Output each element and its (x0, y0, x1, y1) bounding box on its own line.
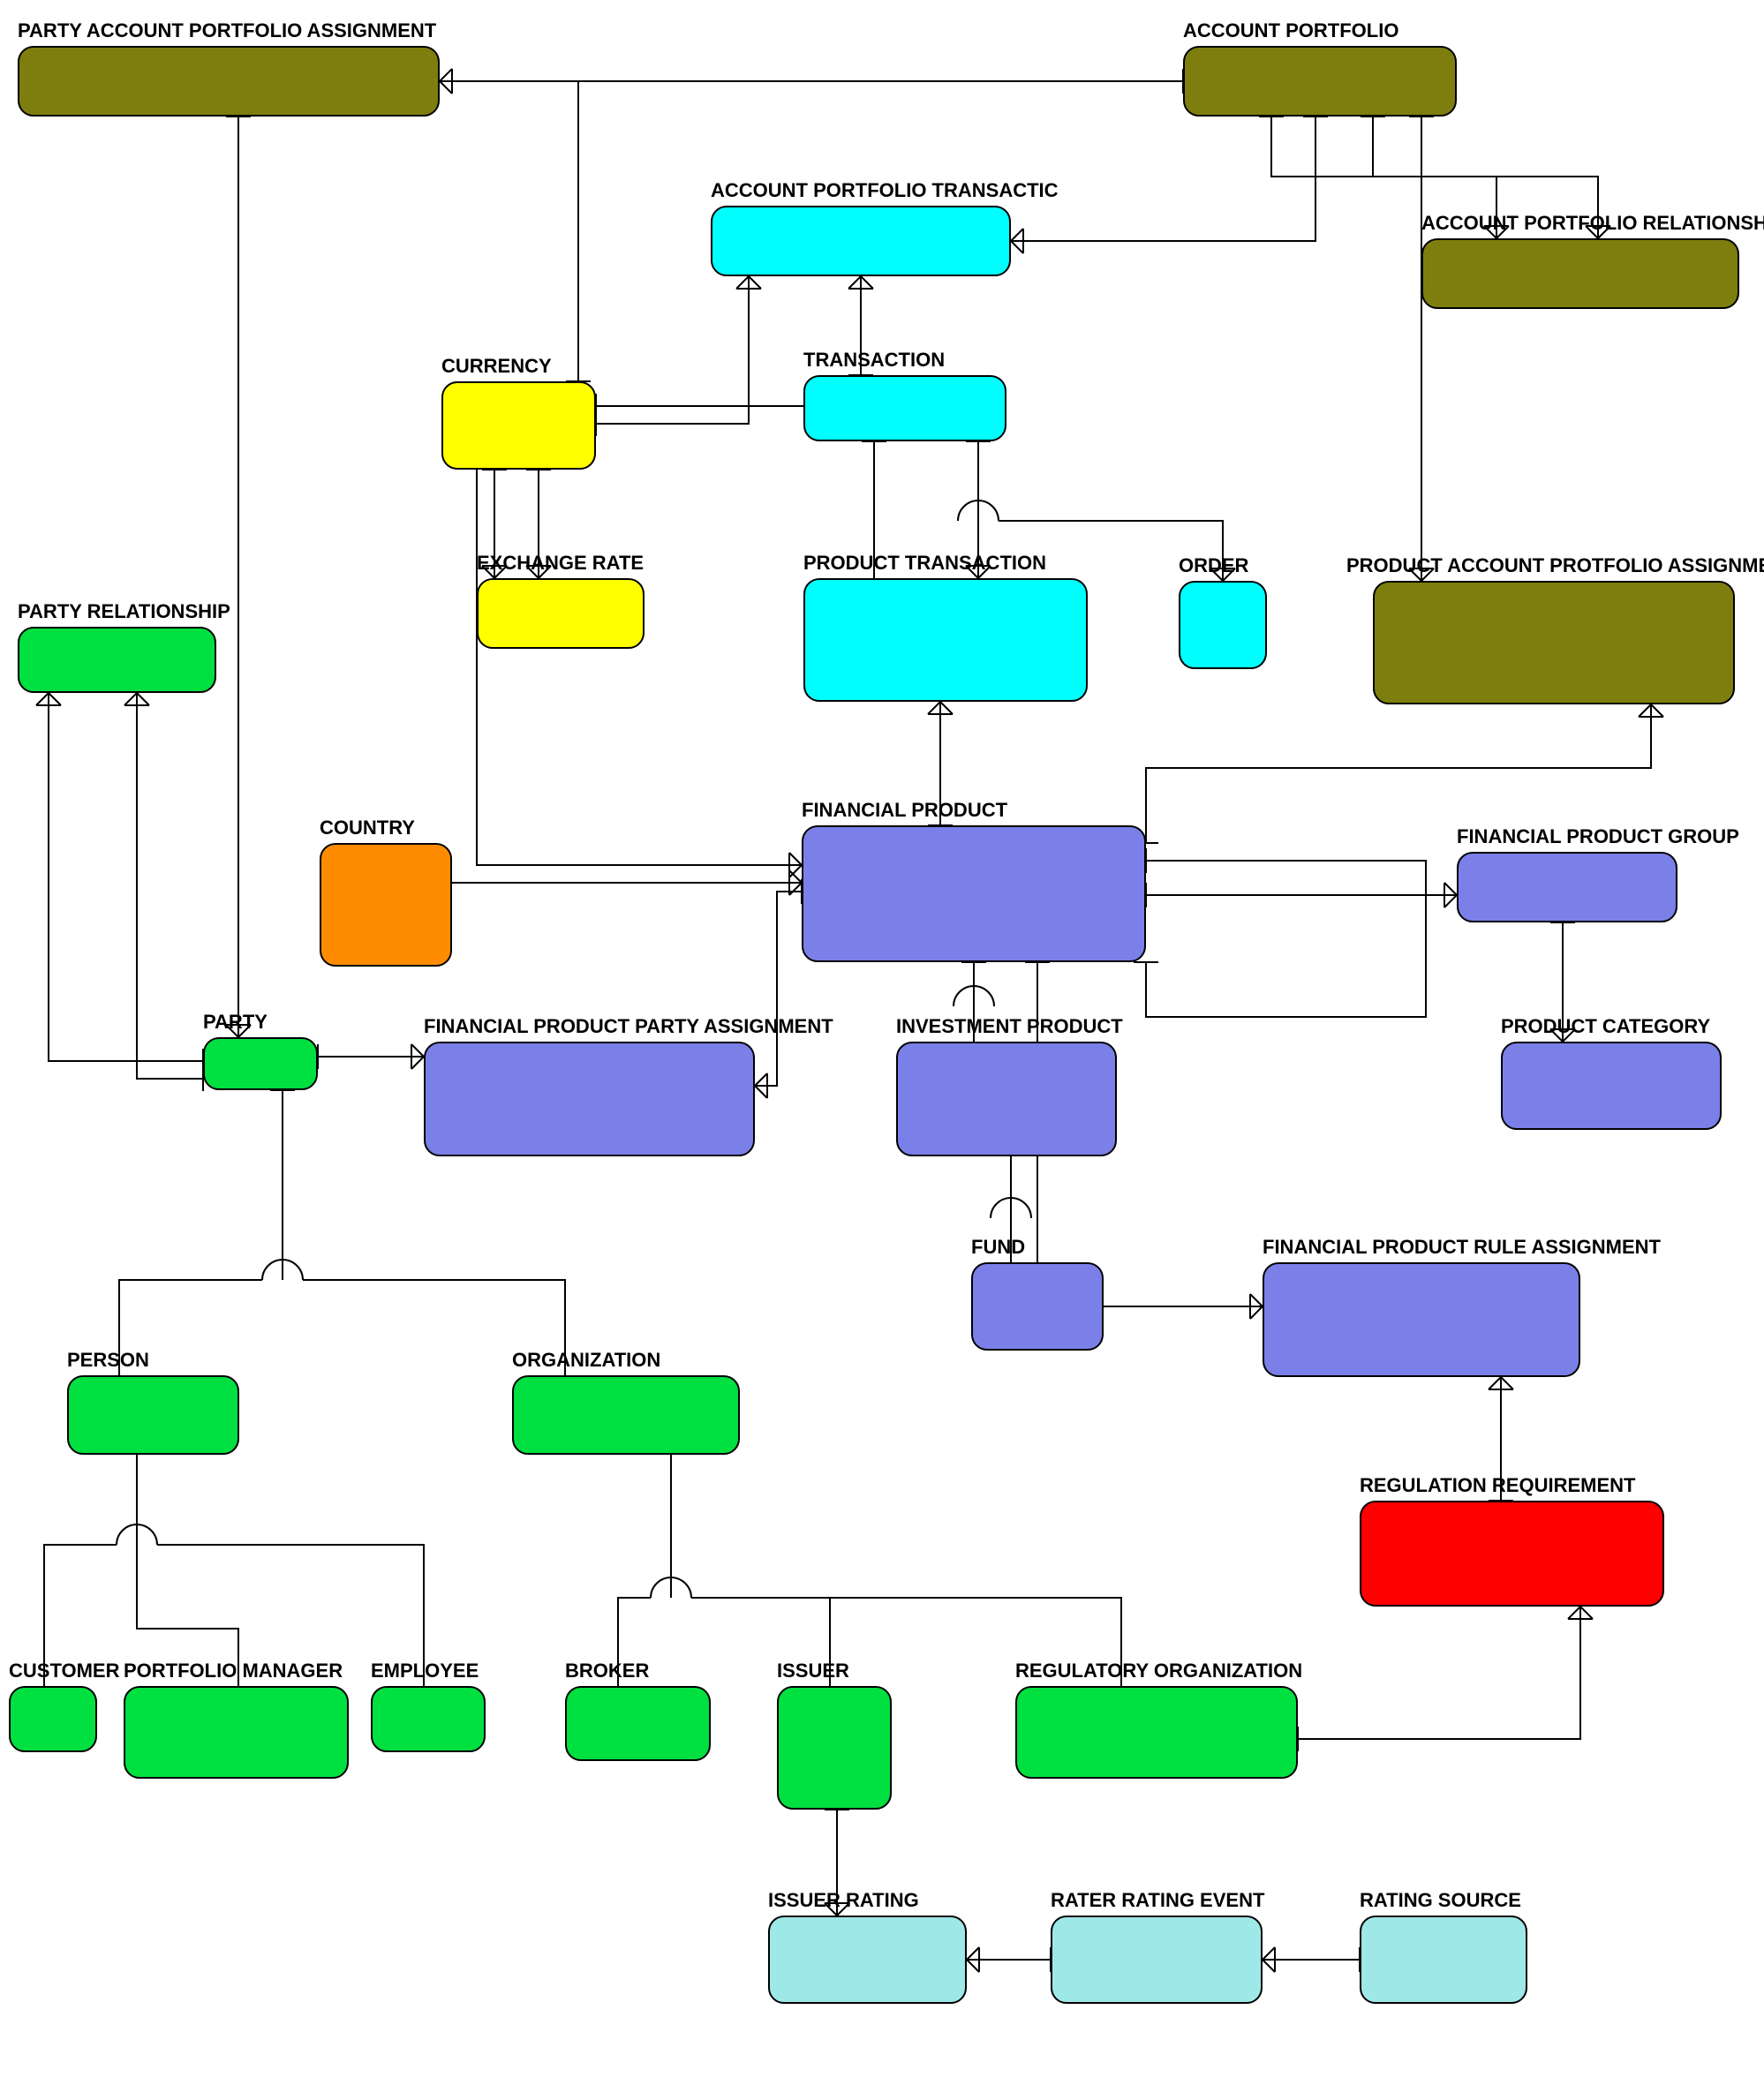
entity-fpra[interactable] (1263, 1262, 1580, 1377)
entity-papa2[interactable] (1373, 581, 1735, 704)
entity-label-irat: ISSUER RATING (768, 1889, 919, 1912)
entity-trx[interactable] (803, 375, 1006, 441)
entity-rre[interactable] (1051, 1916, 1263, 2004)
entity-invp[interactable] (896, 1042, 1117, 1156)
entity-label-rre: RATER RATING EVENT (1051, 1889, 1264, 1912)
entity-label-ptx: PRODUCT TRANSACTION (803, 552, 1046, 575)
entity-cust[interactable] (9, 1686, 97, 1752)
entity-pcat[interactable] (1501, 1042, 1722, 1130)
entity-label-papa2: PRODUCT ACCOUNT PROTFOLIO ASSIGNMENT (1346, 554, 1764, 577)
entity-org[interactable] (512, 1375, 740, 1455)
entity-iss[interactable] (777, 1686, 892, 1810)
entity-label-cust: CUSTOMER (9, 1660, 120, 1682)
entity-label-pman: PORTFOLIO MANAGER (124, 1660, 343, 1682)
entity-emp[interactable] (371, 1686, 486, 1752)
entity-exr[interactable] (477, 578, 645, 649)
entity-label-pers: PERSON (67, 1349, 149, 1372)
entity-irat[interactable] (768, 1916, 967, 2004)
entity-party[interactable] (203, 1037, 318, 1090)
entity-label-exr: EXCHANGE RATE (477, 552, 644, 575)
entity-label-invp: INVESTMENT PRODUCT (896, 1015, 1123, 1038)
entity-label-fund: FUND (971, 1236, 1025, 1259)
entity-regr[interactable] (1360, 1501, 1664, 1607)
entity-label-regr: REGULATION REQUIREMENT (1360, 1474, 1635, 1497)
entity-label-fpg: FINANCIAL PRODUCT GROUP (1457, 825, 1739, 848)
entity-rsrc[interactable] (1360, 1916, 1527, 2004)
entity-label-rorg: REGULATORY ORGANIZATION (1015, 1660, 1302, 1682)
entity-papa[interactable] (18, 46, 440, 117)
entity-label-finp: FINANCIAL PRODUCT (802, 799, 1007, 822)
entity-apt[interactable] (711, 206, 1011, 276)
entity-fppa[interactable] (424, 1042, 755, 1156)
er-diagram-canvas: PARTY ACCOUNT PORTFOLIO ASSIGNMENT ACCOUN… (0, 0, 1764, 2085)
entity-cur[interactable] (441, 381, 596, 470)
entity-label-emp: EMPLOYEE (371, 1660, 479, 1682)
entity-label-cur: CURRENCY (441, 355, 552, 378)
entity-fpg[interactable] (1457, 852, 1677, 922)
entity-ptx[interactable] (803, 578, 1088, 702)
entity-rorg[interactable] (1015, 1686, 1298, 1779)
entity-label-trx: TRANSACTION (803, 349, 945, 372)
entity-label-brk: BROKER (565, 1660, 649, 1682)
entity-prel[interactable] (18, 627, 216, 693)
entity-label-pcat: PRODUCT CATEGORY (1501, 1015, 1710, 1038)
entity-label-apt: ACCOUNT PORTFOLIO TRANSACTIC (711, 179, 1059, 202)
entity-fund[interactable] (971, 1262, 1104, 1351)
entity-ap[interactable] (1183, 46, 1457, 117)
entity-label-papa: PARTY ACCOUNT PORTFOLIO ASSIGNMENT (18, 19, 436, 42)
entity-pers[interactable] (67, 1375, 239, 1455)
entity-label-org: ORGANIZATION (512, 1349, 660, 1372)
entity-ord[interactable] (1179, 581, 1267, 669)
entity-label-fppa: FINANCIAL PRODUCT PARTY ASSIGNMENT (424, 1015, 833, 1038)
entity-apr[interactable] (1421, 238, 1739, 309)
entity-label-apr: ACCOUNT PORTFOLIO RELATIONSHIP (1421, 212, 1764, 235)
entity-label-iss: ISSUER (777, 1660, 849, 1682)
entity-finp[interactable] (802, 825, 1146, 962)
entity-cty[interactable] (320, 843, 452, 967)
entity-label-ord: ORDER (1179, 554, 1248, 577)
entity-label-ap: ACCOUNT PORTFOLIO (1183, 19, 1398, 42)
entity-label-rsrc: RATING SOURCE (1360, 1889, 1521, 1912)
entity-label-party: PARTY (203, 1011, 268, 1034)
entity-label-prel: PARTY RELATIONSHIP (18, 600, 230, 623)
entity-label-cty: COUNTRY (320, 817, 415, 839)
entity-brk[interactable] (565, 1686, 711, 1761)
entity-label-fpra: FINANCIAL PRODUCT RULE ASSIGNMENT (1263, 1236, 1661, 1259)
entity-pman[interactable] (124, 1686, 349, 1779)
